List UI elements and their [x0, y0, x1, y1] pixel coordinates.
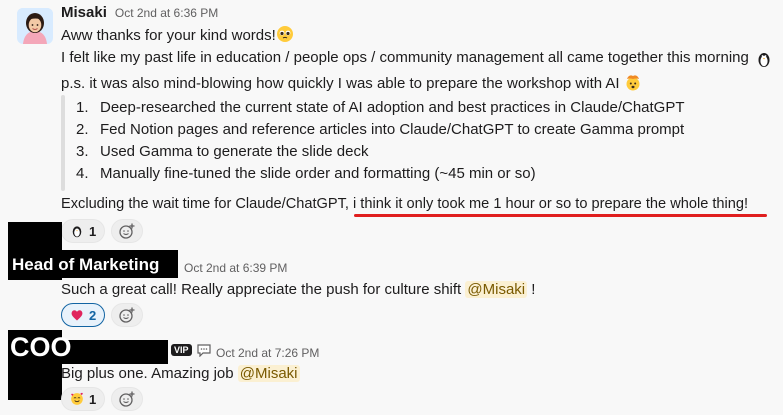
smiling-face-with-hearts-icon — [71, 392, 83, 405]
reactions: 2 — [61, 303, 144, 327]
list-item: 1. Deep-researched the current state of A… — [76, 97, 685, 119]
list-item-text: Deep-researched the current state of AI … — [100, 99, 685, 116]
penguin-icon — [72, 226, 82, 238]
reactions: 1 — [61, 219, 144, 243]
reaction-count: 1 — [89, 391, 97, 407]
add-reaction-button[interactable] — [111, 387, 144, 411]
message-text: Such a great call! Really appreciate the… — [61, 279, 535, 301]
quote-bar — [61, 95, 65, 191]
penguin-icon — [758, 53, 770, 67]
timestamp[interactable]: Oct 2nd at 7:26 PM — [216, 346, 319, 360]
ps-line: p.s. it was also mind-blowing how quickl… — [61, 75, 620, 92]
list-item-text: Manually fine-tuned the slide order and … — [100, 165, 536, 182]
reaction-penguin[interactable]: 1 — [61, 219, 106, 243]
annotation-underline — [354, 214, 767, 217]
author-name[interactable]: Misaki — [61, 4, 107, 21]
message-line-1: Aww thanks for your kind words! — [61, 27, 276, 44]
reaction-heart[interactable]: 2 — [61, 303, 106, 327]
message-line-end: ! — [527, 281, 536, 298]
add-emoji-icon — [119, 307, 135, 323]
timestamp[interactable]: Oct 2nd at 6:39 PM — [184, 261, 287, 275]
reaction-smiling-hearts[interactable]: 1 — [61, 387, 106, 411]
list-item: 2. Fed Notion pages and reference article… — [76, 119, 684, 141]
speech-bubble-icon — [196, 344, 211, 357]
message-line: Such a great call! Really appreciate the… — [61, 281, 466, 298]
list-number: 4. — [76, 165, 89, 182]
message-text: p.s. it was also mind-blowing how quickl… — [61, 73, 642, 95]
list-item: 4. Manually fine-tuned the slide order an… — [76, 163, 536, 185]
message-line-2: I felt like my past life in education / … — [61, 49, 749, 66]
pleading-face-icon — [276, 26, 293, 42]
closing-line: Excluding the wait time for Claude/ChatG… — [61, 196, 749, 212]
exploding-head-icon — [626, 75, 640, 91]
add-emoji-icon — [119, 391, 135, 407]
timestamp[interactable]: Oct 2nd at 6:36 PM — [115, 6, 218, 20]
list-item: 3. Used Gamma to generate the slide deck — [76, 141, 368, 163]
list-number: 2. — [76, 121, 89, 138]
mention-chip[interactable]: @Misaki — [237, 365, 300, 382]
reaction-count: 1 — [89, 223, 97, 239]
list-number: 1. — [76, 99, 89, 116]
message-text: Big plus one. Amazing job @Misaki — [61, 363, 300, 385]
red-heart-icon — [71, 310, 83, 321]
message-thread: Misaki Oct 2nd at 6:36 PM Aww thanks for… — [0, 0, 783, 415]
mention-chip[interactable]: @Misaki — [465, 281, 528, 298]
add-reaction-button[interactable] — [111, 303, 144, 327]
list-item-text: Fed Notion pages and reference articles … — [100, 121, 685, 138]
message-text: Excluding the wait time for Claude/ChatG… — [61, 193, 748, 215]
author-badges: VIP — [171, 343, 212, 357]
message-header: Misaki Oct 2nd at 6:36 PM — [61, 4, 218, 21]
message-line: Big plus one. Amazing job — [61, 365, 238, 382]
vip-badge[interactable]: VIP — [171, 344, 192, 356]
message-text: Aww thanks for your kind words! — [61, 25, 294, 47]
reaction-count: 2 — [89, 307, 97, 323]
add-emoji-icon — [119, 223, 135, 239]
avatar[interactable] — [17, 8, 53, 44]
list-number: 3. — [76, 143, 89, 160]
list-item-text: Used Gamma to generate the slide deck — [100, 143, 369, 160]
add-reaction-button[interactable] — [111, 219, 144, 243]
author-label[interactable]: Head of Marketing — [12, 255, 159, 275]
reactions: 1 — [61, 387, 144, 411]
author-label[interactable]: COO — [10, 332, 72, 363]
message-text: I felt like my past life in education / … — [61, 47, 783, 69]
